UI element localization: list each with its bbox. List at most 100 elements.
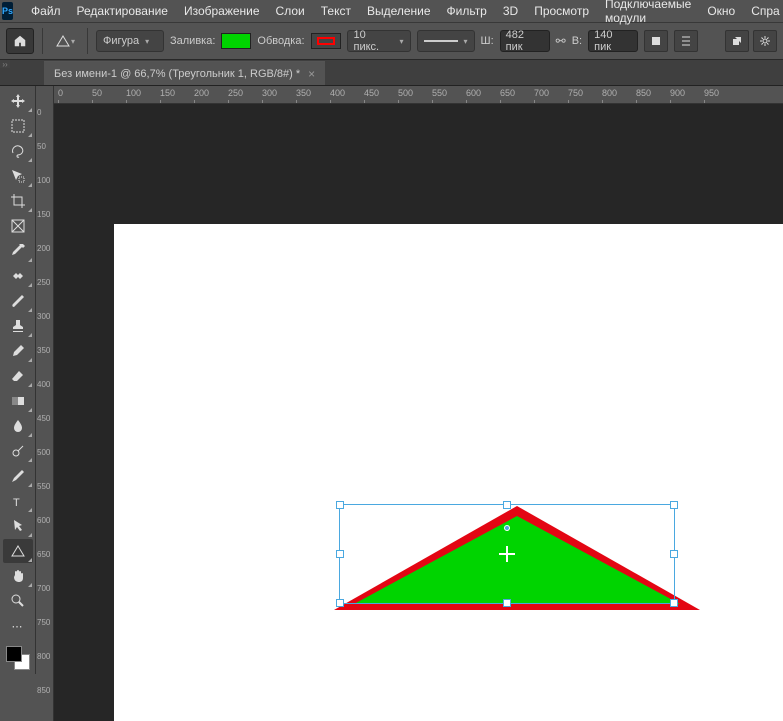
ps-logo: Ps [2, 2, 13, 20]
ruler-tick: 0 [58, 88, 63, 98]
handle-bot-left[interactable] [336, 599, 344, 607]
menu-3d[interactable]: 3D [495, 1, 526, 21]
menu-window[interactable]: Окно [699, 1, 743, 21]
triangle-icon [55, 33, 71, 49]
stroke-width-dropdown[interactable]: 10 пикс. ▾ [347, 30, 411, 52]
menu-edit[interactable]: Редактирование [69, 1, 176, 21]
stroke-label: Обводка: [257, 35, 304, 47]
dodge-tool[interactable] [3, 439, 33, 463]
ruler-vertical[interactable]: 0501001502002503003504004505005506006507… [36, 86, 54, 721]
selection-tool[interactable] [3, 164, 33, 188]
menubar: Ps Файл Редактирование Изображение Слои … [0, 0, 783, 22]
ruler-tick: 850 [37, 686, 50, 695]
canvas-area[interactable] [54, 104, 783, 721]
lasso-tool[interactable] [3, 139, 33, 163]
menu-file[interactable]: Файл [23, 1, 69, 21]
width-input[interactable]: 482 пик [500, 30, 550, 52]
separator [87, 28, 88, 54]
menu-help[interactable]: Спра [743, 1, 783, 21]
handle-mid-right[interactable] [670, 550, 678, 558]
handle-top-right[interactable] [670, 501, 678, 509]
stroke-preview [317, 37, 335, 45]
menu-view[interactable]: Просмотр [526, 1, 597, 21]
path-select-tool[interactable] [3, 514, 33, 538]
healing-tool[interactable] [3, 264, 33, 288]
document-tab[interactable]: Без имени-1 @ 66,7% (Треугольник 1, RGB/… [44, 61, 325, 85]
hand-tool[interactable] [3, 564, 33, 588]
reference-point[interactable] [504, 525, 510, 531]
home-icon [13, 34, 27, 48]
stroke-style-dropdown[interactable]: ▾ [417, 30, 475, 52]
chevron-down-icon: ▾ [400, 37, 404, 46]
ruler-tick: 550 [37, 482, 50, 491]
gear-button[interactable] [753, 30, 777, 52]
ruler-tick: 800 [37, 652, 50, 661]
ruler-tick: 0 [37, 108, 41, 117]
ruler-tick: 700 [534, 88, 549, 98]
menu-plugins[interactable]: Подключаемые модули [597, 0, 699, 28]
ruler-tick: 600 [37, 516, 50, 525]
ruler-tick: 250 [228, 88, 243, 98]
menu-image[interactable]: Изображение [176, 1, 268, 21]
ruler-tick: 350 [296, 88, 311, 98]
gradient-tool[interactable] [3, 389, 33, 413]
stamp-tool[interactable] [3, 314, 33, 338]
color-swatches[interactable] [6, 646, 30, 670]
shape-mode-dropdown[interactable]: Фигура ▾ [96, 30, 164, 52]
move-tool[interactable] [3, 89, 33, 113]
ruler-tick: 250 [37, 278, 50, 287]
history-brush-tool[interactable] [3, 339, 33, 363]
edit-toolbar[interactable]: ⋯ [3, 614, 33, 638]
menu-filter[interactable]: Фильтр [439, 1, 495, 21]
fill-label: Заливка: [170, 35, 215, 47]
frame-tool[interactable] [3, 214, 33, 238]
ruler-tick: 600 [466, 88, 481, 98]
home-button[interactable] [6, 28, 34, 54]
handle-top-left[interactable] [336, 501, 344, 509]
marquee-tool[interactable] [3, 114, 33, 138]
close-icon[interactable]: × [308, 67, 315, 81]
chevron-down-icon: ▾ [464, 37, 468, 46]
foreground-color[interactable] [6, 646, 22, 662]
ruler-tick: 150 [37, 210, 50, 219]
handle-mid-left[interactable] [336, 550, 344, 558]
handle-bot-right[interactable] [670, 599, 678, 607]
ruler-horizontal[interactable]: 0501001502002503003504004505005506006507… [44, 86, 783, 104]
shape-tool[interactable] [3, 539, 33, 563]
align-button[interactable] [674, 30, 698, 52]
ruler-tick: 850 [636, 88, 651, 98]
eraser-tool[interactable] [3, 364, 33, 388]
arrange-button[interactable] [725, 30, 749, 52]
handle-bot-mid[interactable] [503, 599, 511, 607]
fill-swatch[interactable] [221, 33, 251, 49]
brush-tool[interactable] [3, 289, 33, 313]
height-input[interactable]: 140 пик [588, 30, 638, 52]
ruler-tick: 700 [37, 584, 50, 593]
center-mark-icon [499, 546, 515, 562]
height-label: В: [572, 35, 582, 47]
stroke-swatch[interactable] [311, 33, 341, 49]
ruler-tick: 200 [194, 88, 209, 98]
menu-layers[interactable]: Слои [268, 1, 313, 21]
canvas[interactable] [114, 224, 783, 721]
stroke-line-preview [424, 40, 458, 42]
path-ops-button[interactable] [644, 30, 668, 52]
transform-bounding-box[interactable] [339, 504, 675, 604]
ruler-tick: 500 [37, 448, 50, 457]
eyedropper-tool[interactable] [3, 239, 33, 263]
document-tab-title: Без имени-1 @ 66,7% (Треугольник 1, RGB/… [54, 68, 300, 80]
link-icon[interactable]: ⚯ [556, 34, 566, 48]
zoom-tool[interactable] [3, 589, 33, 613]
active-tool-indicator: ▾ [51, 28, 79, 54]
blur-tool[interactable] [3, 414, 33, 438]
pen-tool[interactable] [3, 464, 33, 488]
menu-select[interactable]: Выделение [359, 1, 439, 21]
type-tool[interactable]: T [3, 489, 33, 513]
panel-grabber[interactable]: ›› [0, 60, 10, 68]
crop-tool[interactable] [3, 189, 33, 213]
menu-text[interactable]: Текст [313, 1, 359, 21]
svg-text:T: T [13, 497, 20, 509]
ruler-tick: 350 [37, 346, 50, 355]
document-tabs: Без имени-1 @ 66,7% (Треугольник 1, RGB/… [0, 60, 783, 86]
handle-top-mid[interactable] [503, 501, 511, 509]
